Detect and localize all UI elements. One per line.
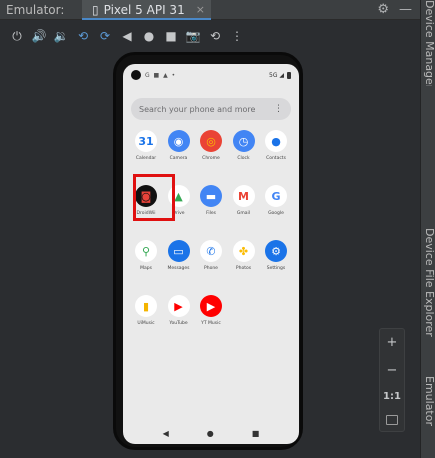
app-youtube[interactable]: ▶ YouTube bbox=[164, 295, 194, 350]
calendar-icon: 31 bbox=[135, 130, 157, 152]
emulator-tool-window-header: Emulator: ▯ Pixel 5 API 31 × ⚙ — bbox=[0, 0, 420, 20]
navigation-bar: ◀ ● ■ bbox=[123, 422, 299, 444]
overview-button[interactable]: ■ bbox=[160, 25, 182, 47]
app-google[interactable]: G Google bbox=[261, 185, 291, 240]
app-chrome[interactable]: ◎ Chrome bbox=[196, 130, 226, 185]
rotate-left-button[interactable]: ⟲ bbox=[72, 25, 94, 47]
emulator-toolbar: ⏻ 🔊 🔉 ⟲ ⟳ ◀ ● ■ 📷 ⟲ ⋮ bbox=[0, 21, 420, 51]
app-yt-music[interactable]: ▶ YT Music bbox=[196, 295, 226, 350]
app-drawer-search[interactable]: Search your phone and more ⋮ bbox=[131, 98, 291, 120]
status-notification-icons: G ■ ▲ • bbox=[145, 71, 177, 79]
app-contacts[interactable]: ● Contacts bbox=[261, 130, 291, 185]
app-label: Phone bbox=[204, 266, 218, 271]
status-bar: G ■ ▲ • 5G ◢ bbox=[123, 64, 299, 86]
app-label: YouTube bbox=[169, 321, 188, 326]
app-label: Photos bbox=[235, 266, 252, 271]
back-nav-button[interactable]: ◀ bbox=[163, 429, 169, 438]
battery-icon bbox=[287, 71, 291, 79]
snapshot-button[interactable]: ⟲ bbox=[204, 25, 226, 47]
home-button[interactable]: ● bbox=[138, 25, 160, 47]
recents-nav-button[interactable]: ■ bbox=[252, 429, 260, 438]
more-options-icon[interactable]: ⋮ bbox=[274, 104, 283, 114]
zoom-out-button[interactable]: − bbox=[387, 363, 398, 378]
app-label: Messages bbox=[167, 266, 190, 271]
home-nav-button[interactable]: ● bbox=[207, 429, 214, 438]
emulator-tab[interactable]: Emulator bbox=[423, 376, 435, 426]
google-icon: G bbox=[265, 185, 287, 207]
app-maps[interactable]: ⚲ Maps bbox=[131, 240, 161, 295]
zoom-in-button[interactable]: + bbox=[387, 335, 398, 350]
app-row: ▮ UiMusic ▶ YouTube ▶ YT Music bbox=[131, 295, 291, 350]
camera-icon: ◉ bbox=[167, 130, 190, 152]
volume-up-button[interactable]: 🔊 bbox=[28, 25, 50, 47]
screenshot-button[interactable]: 📷 bbox=[182, 25, 204, 47]
app-clock[interactable]: ◷ Clock bbox=[229, 130, 259, 185]
app-label: Calendar bbox=[135, 156, 157, 161]
clock-icon: ◷ bbox=[232, 130, 255, 152]
app-phone[interactable]: ✆ Phone bbox=[196, 240, 226, 295]
contacts-icon: ● bbox=[265, 130, 287, 152]
app-row: ⚲ Maps ▭ Messages ✆ Phone ✤ Photos ⚙ Settings bbox=[131, 240, 291, 295]
network-status: 5G ◢ bbox=[269, 71, 284, 79]
volume-down-button[interactable]: 🔉 bbox=[50, 25, 72, 47]
app-gmail[interactable]: M Gmail bbox=[229, 185, 259, 240]
uimusic-icon: ▮ bbox=[135, 295, 157, 317]
files-icon: ▬ bbox=[200, 185, 222, 207]
chrome-icon: ◎ bbox=[200, 130, 222, 152]
phone-screen[interactable]: G ■ ▲ • 5G ◢ Search your phone and more … bbox=[123, 64, 299, 444]
photos-icon: ✤ bbox=[232, 240, 255, 262]
more-button[interactable]: ⋮ bbox=[226, 25, 248, 47]
search-input[interactable]: Search your phone and more bbox=[139, 105, 255, 114]
tab-pixel-5-api-31[interactable]: ▯ Pixel 5 API 31 × bbox=[82, 0, 211, 20]
device-phone-icon: ▯ bbox=[92, 2, 99, 17]
app-label: Contacts bbox=[266, 156, 286, 161]
app-label: Settings bbox=[266, 266, 286, 271]
app-label: Clock bbox=[237, 156, 250, 161]
app-label: Google bbox=[268, 211, 284, 216]
rotate-right-button[interactable]: ⟳ bbox=[94, 25, 116, 47]
settings-icon: ⚙ bbox=[265, 240, 287, 262]
gmail-icon: M bbox=[232, 185, 255, 207]
app-files[interactable]: ▬ Files bbox=[196, 185, 226, 240]
phone-frame: G ■ ▲ • 5G ◢ Search your phone and more … bbox=[113, 52, 303, 450]
camera-cutout-icon bbox=[131, 70, 141, 80]
close-icon[interactable]: × bbox=[196, 3, 205, 16]
panel-title: Emulator: bbox=[6, 2, 65, 17]
zoom-actual-size-button[interactable]: 1:1 bbox=[383, 391, 401, 402]
app-label: Camera bbox=[169, 156, 188, 161]
phone-icon: ✆ bbox=[200, 240, 222, 262]
app-label: Files bbox=[206, 211, 216, 216]
app-grid: 31 Calendar ◉ Camera ◎ Chrome ◷ Clock ● Contacts ◙… bbox=[131, 130, 291, 350]
right-tool-strip: Device Manager Device File Explorer Emul… bbox=[420, 0, 435, 458]
app-label: UiMusic bbox=[137, 321, 155, 326]
app-label: YT Music bbox=[201, 321, 221, 326]
app-uimusic[interactable]: ▮ UiMusic bbox=[131, 295, 161, 350]
app-label: Maps bbox=[140, 266, 152, 271]
gear-icon[interactable]: ⚙ bbox=[377, 2, 389, 17]
yt-music-icon: ▶ bbox=[200, 295, 222, 317]
emulator-window: Emulator: ▯ Pixel 5 API 31 × ⚙ — ⏻ 🔊 🔉 ⟲ ⟳ ◀ ●… bbox=[0, 0, 435, 458]
back-button[interactable]: ◀ bbox=[116, 25, 138, 47]
app-label: Gmail bbox=[236, 211, 251, 216]
zoom-controls: + − 1:1 bbox=[379, 328, 405, 432]
zoom-fit-icon[interactable] bbox=[386, 414, 398, 425]
minimize-icon[interactable]: — bbox=[399, 2, 412, 17]
messages-icon: ▭ bbox=[167, 240, 190, 262]
app-photos[interactable]: ✤ Photos bbox=[229, 240, 259, 295]
device-file-explorer-tab[interactable]: Device File Explorer bbox=[423, 228, 435, 337]
tab-label: Pixel 5 API 31 bbox=[103, 2, 185, 17]
app-messages[interactable]: ▭ Messages bbox=[164, 240, 194, 295]
highlight-box-droidwii bbox=[133, 174, 175, 221]
app-settings[interactable]: ⚙ Settings bbox=[261, 240, 291, 295]
device-manager-tab[interactable]: Device Manager bbox=[423, 0, 435, 86]
maps-icon: ⚲ bbox=[135, 240, 157, 262]
power-button[interactable]: ⏻ bbox=[6, 25, 28, 47]
youtube-icon: ▶ bbox=[167, 295, 190, 317]
app-label: Chrome bbox=[202, 156, 220, 161]
